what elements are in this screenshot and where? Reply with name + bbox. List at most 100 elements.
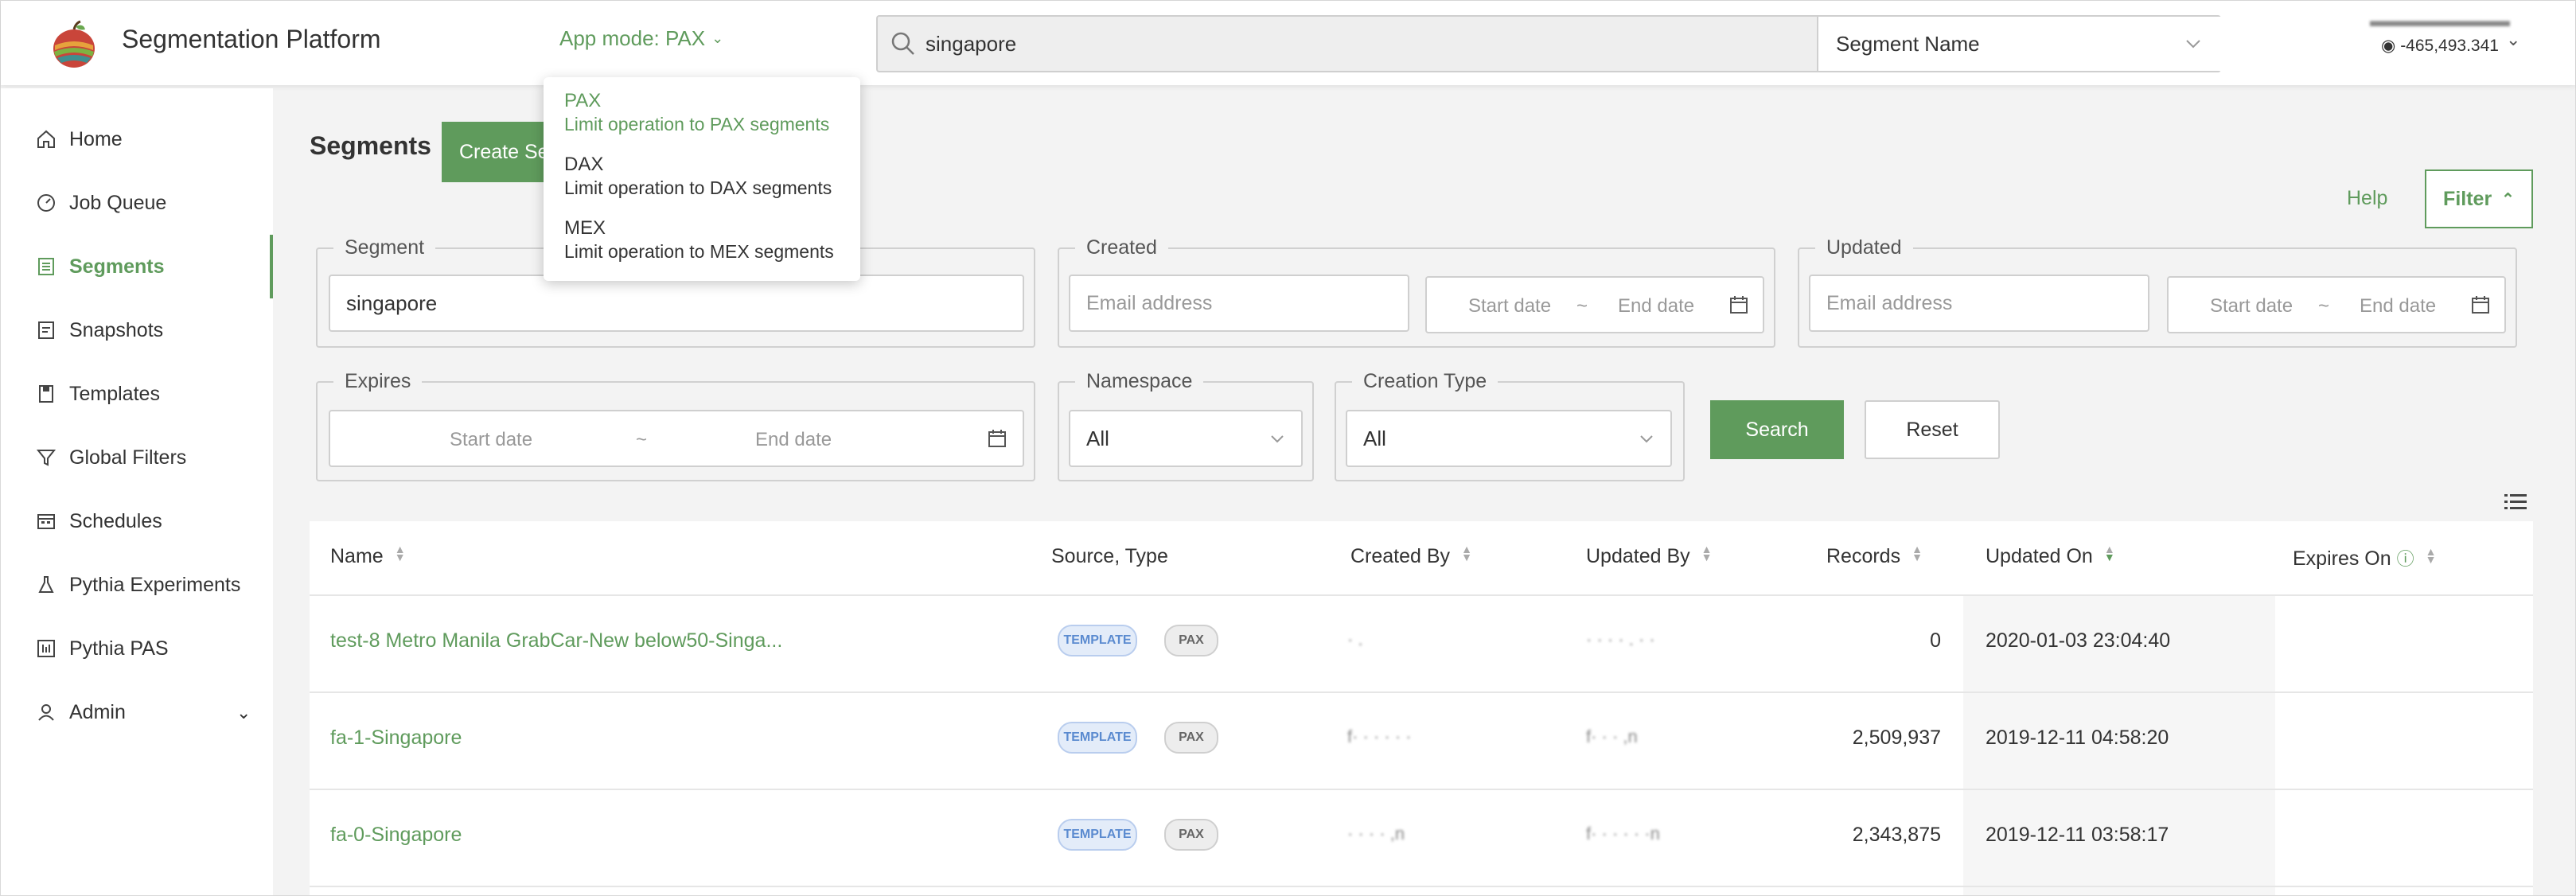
search-icon [891,32,914,55]
column-header-created-by[interactable]: Created By ▲ ▼ [1350,543,1472,568]
sidebar-item-label: Admin [69,700,126,723]
date-separator: ~ [636,429,648,450]
column-label: Updated On [1986,545,2093,567]
home-icon [36,129,57,150]
search-field-select[interactable]: Segment Name [1817,17,2221,71]
apple-logo-icon [53,20,95,68]
sidebar-item-label: Pythia Experiments [69,573,241,596]
app-mode-toggle[interactable]: App mode: PAX ⌄ [559,26,723,51]
reset-button[interactable]: Reset [1865,400,2000,459]
updated-by: f· · · ,n [1586,727,1638,746]
sort-icon: ▲ ▼ [1461,543,1472,563]
chevron-down-icon: ⌄ [236,703,251,723]
table-row[interactable]: fa-1-Singapore TEMPLATE PAX f· · · · · ·… [310,691,2533,790]
global-search: singapore Segment Name [876,15,2221,72]
segment-legend: Segment [345,236,425,259]
sidebar-item-templates[interactable]: Templates [1,362,273,426]
app-mode-option-dax[interactable]: DAX Limit operation to DAX segments [564,154,851,199]
sort-icon: ▲ ▼ [1912,543,1923,563]
sidebar-item-segments[interactable]: Segments [1,235,273,298]
segment-name-link[interactable]: test-8 Metro Manila GrabCar-New below50-… [330,629,782,653]
updated-email-placeholder: Email address [1826,291,1953,314]
sidebar-item-snapshots[interactable]: Snapshots [1,298,273,362]
sidebar-item-label: Pythia PAS [69,637,169,660]
user-menu[interactable]: ▬▬▬▬▬▬▬▬ ◉ -465,493.341 [2356,15,2523,63]
flask-icon [36,575,57,595]
source-tag: TEMPLATE [1058,722,1137,754]
search-button[interactable]: Search [1710,400,1844,459]
user-balance: ◉ -465,493.341 [2356,36,2523,56]
user-icon [36,702,57,723]
app-mode-option-mex[interactable]: MEX Limit operation to MEX segments [564,217,851,263]
created-legend: Created [1086,236,1157,259]
app-mode-label: App mode: PAX [559,26,706,50]
sidebar-item-admin[interactable]: Admin ⌄ [1,680,273,744]
sidebar-item-pythia-pas[interactable]: Pythia PAS [1,617,273,680]
column-label: Updated By [1586,545,1690,567]
type-tag: PAX [1164,819,1218,851]
column-header-source-type: Source, Type [1051,545,1168,568]
sidebar-item-pythia-experiments[interactable]: Pythia Experiments [1,553,273,617]
updated-legend: Updated [1826,236,1902,259]
column-header-updated-by[interactable]: Updated By ▲ ▼ [1586,543,1713,568]
table-row[interactable]: fa-0-Singapore TEMPLATE PAX · · · · ,n f… [310,789,2533,887]
column-header-name[interactable]: Name ▲ ▼ [330,543,406,568]
app-mode-dropdown: PAX Limit operation to PAX segments DAX … [544,77,860,281]
segment-name-link[interactable]: fa-0-Singapore [330,824,462,847]
column-label: Name [330,545,384,567]
chevron-down-icon [1640,435,1653,443]
source-tag: TEMPLATE [1058,625,1137,656]
top-header: Segmentation Platform App mode: PAX ⌄ sin… [1,1,2575,85]
chevron-down-icon[interactable]: ⌄ [2506,29,2520,50]
updated-end-date: End date [2360,295,2437,317]
sort-icon: ▲ ▼ [2425,545,2437,566]
app-mode-option-pax[interactable]: PAX Limit operation to PAX segments [564,90,851,135]
records-count: 2,509,937 [1852,727,1941,749]
source-tag: TEMPLATE [1058,819,1137,851]
app-frame: Segmentation Platform App mode: PAX ⌄ sin… [0,0,2576,896]
expires-date-range[interactable]: Start date ~ End date [329,410,1024,467]
created-by: · · · · ,n [1347,824,1405,843]
balance-value: -465,493.341 [2400,37,2499,55]
calendar-icon [36,511,57,532]
segments-table: Name ▲ ▼ Source, Type Created By ▲ ▼ Updated… [310,521,2533,895]
updated-on: 2019-12-11 04:58:20 [1986,727,2169,749]
namespace-select[interactable]: All [1069,410,1303,467]
column-header-updated-on[interactable]: Updated On ▲ ▼ [1986,543,2115,568]
gauge-icon [36,193,57,213]
created-date-range[interactable]: Start date ~ End date [1425,276,1764,333]
column-header-expires-on[interactable]: Expires On ⓘ ▲ ▼ [2293,545,2437,571]
sidebar-item-schedules[interactable]: Schedules [1,489,273,553]
search-input[interactable]: singapore [878,17,1817,71]
option-title: DAX [564,154,604,175]
segment-name-link[interactable]: fa-1-Singapore [330,727,462,750]
expires-legend: Expires [345,370,411,392]
column-label: Created By [1350,545,1451,567]
sidebar-item-label: Snapshots [69,318,164,341]
date-separator: ~ [2318,295,2330,317]
updated-email-input[interactable]: Email address [1809,275,2149,332]
sort-icon: ▲ ▼ [394,543,406,563]
sidebar-item-home[interactable]: Home [1,107,273,171]
sidebar-item-label: Segments [69,255,165,278]
help-link[interactable]: Help [2347,187,2387,210]
chevron-down-icon: ⌄ [711,30,724,46]
updated-on: 2019-12-11 03:58:17 [1986,824,2169,846]
filter-toggle-button[interactable]: Filter ⌃ [2425,169,2533,228]
namespace-value: All [1086,426,1109,450]
help-circle-icon[interactable]: ⓘ [2397,549,2414,569]
table-row[interactable]: test-8 Metro Manila GrabCar-New below50-… [310,594,2533,693]
creation-type-select[interactable]: All [1346,410,1672,467]
column-settings-icon[interactable] [2503,491,2528,513]
option-title: PAX [564,90,602,111]
search-value: singapore [926,31,1017,56]
snapshot-icon [36,320,57,341]
sidebar-item-label: Templates [69,382,160,405]
column-header-records[interactable]: Records ▲ ▼ [1826,543,1923,568]
updated-date-range[interactable]: Start date ~ End date [2167,276,2506,333]
sidebar-item-global-filters[interactable]: Global Filters [1,426,273,489]
segment-name-input[interactable]: singapore [329,275,1024,332]
option-description: Limit operation to DAX segments [564,177,832,198]
sidebar-item-job-queue[interactable]: Job Queue [1,171,273,235]
created-email-input[interactable]: Email address [1069,275,1409,332]
